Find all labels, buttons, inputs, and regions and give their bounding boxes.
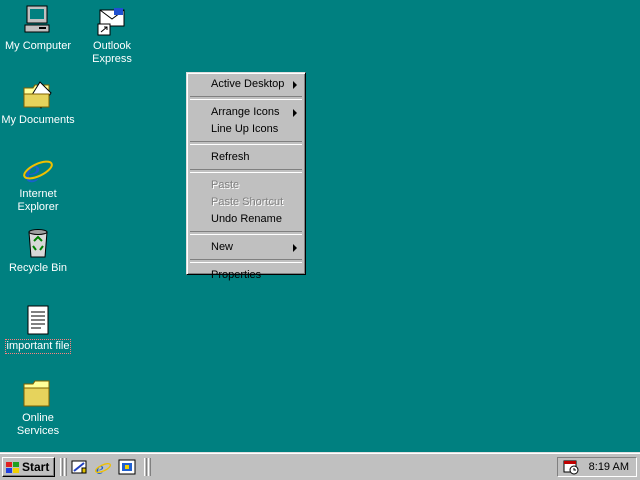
desktop-icon-outlook-express[interactable]: Outlook Express [74, 4, 150, 66]
taskbar-clock[interactable]: 8:19 AM [589, 461, 629, 473]
desktop-icon-label: important file [4, 339, 72, 354]
menu-item-label: Paste [211, 179, 240, 191]
menu-item-properties[interactable]: Properties [189, 267, 303, 284]
menu-item-active-desktop[interactable]: Active Desktop [189, 76, 303, 93]
menu-separator [190, 141, 302, 145]
desktop-icon-label: Internet Explorer [17, 188, 59, 213]
taskbar: Start e 8:19 AM [0, 452, 640, 480]
windows-logo-icon [6, 461, 19, 473]
desktop-icon-label: Online Services [16, 412, 60, 437]
menu-item-label: Properties [211, 269, 262, 281]
menu-item-label: New [211, 241, 234, 253]
menu-item-refresh[interactable]: Refresh [189, 149, 303, 166]
menu-item-label: Arrange Icons [211, 106, 280, 118]
recycle-bin-icon [21, 226, 55, 260]
channels-icon[interactable] [118, 459, 136, 475]
start-label: Start [22, 460, 50, 474]
show-desktop-icon[interactable] [70, 459, 88, 475]
desktop-icon-my-documents[interactable]: My Documents [0, 78, 76, 127]
scheduler-icon[interactable] [563, 459, 579, 475]
menu-item-label: Line Up Icons [211, 123, 279, 135]
desktop-icon-important-file[interactable]: important file [0, 304, 76, 354]
folder-icon [21, 376, 55, 410]
toolbar-grip[interactable] [148, 458, 151, 476]
submenu-arrow-icon [293, 109, 297, 117]
text-document-icon [21, 304, 55, 338]
menu-item-new[interactable]: New [189, 239, 303, 256]
menu-item-arrange-icons[interactable]: Arrange Icons [189, 104, 303, 121]
desktop-icon-label: My Documents [1, 114, 75, 126]
menu-item-label: Refresh [211, 151, 250, 163]
folder-icon [21, 78, 55, 112]
menu-item-line-up-icons[interactable]: Line Up Icons [189, 121, 303, 138]
internet-explorer-icon[interactable]: e [94, 459, 112, 478]
toolbar-grip[interactable] [144, 458, 147, 476]
submenu-arrow-icon [293, 244, 297, 252]
menu-separator [190, 169, 302, 173]
desktop-icon-recycle-bin[interactable]: Recycle Bin [0, 226, 76, 275]
desktop-icon-online-services[interactable]: Online Services [0, 376, 76, 438]
menu-item-label: Undo Rename [211, 213, 282, 225]
menu-separator [190, 96, 302, 100]
desktop-icon-internet-explorer[interactable]: e Internet Explorer [0, 152, 76, 214]
desktop-icon-label: Recycle Bin [8, 262, 68, 274]
desktop-icon-label: My Computer [4, 40, 72, 52]
internet-explorer-icon: e [21, 152, 55, 190]
menu-item-label: Active Desktop [211, 78, 285, 90]
menu-item-paste: Paste [189, 177, 303, 194]
menu-item-paste-shortcut: Paste Shortcut [189, 194, 303, 211]
start-button[interactable]: Start [2, 457, 55, 477]
desktop-icon-my-computer[interactable]: My Computer [0, 4, 76, 53]
desktop-context-menu: Active Desktop Arrange Icons Line Up Ico… [186, 72, 306, 281]
submenu-arrow-icon [293, 81, 297, 89]
my-computer-icon [21, 4, 55, 38]
menu-separator [190, 259, 302, 263]
toolbar-grip[interactable] [64, 458, 67, 476]
menu-item-undo-rename[interactable]: Undo Rename [189, 211, 303, 228]
menu-item-label: Paste Shortcut [211, 196, 284, 208]
outlook-express-icon [95, 4, 129, 38]
system-tray: 8:19 AM [557, 457, 637, 477]
desktop-icon-label: Outlook Express [92, 40, 132, 65]
toolbar-grip[interactable] [60, 458, 63, 476]
menu-separator [190, 231, 302, 235]
